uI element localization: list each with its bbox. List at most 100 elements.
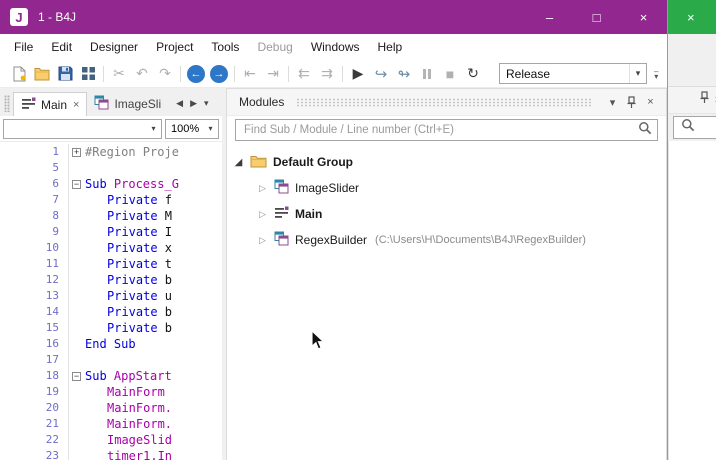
tab-main[interactable]: Main × — [13, 92, 88, 116]
tab-close-icon[interactable]: × — [73, 99, 79, 111]
panel-close-icon[interactable]: × — [641, 96, 660, 108]
code-line[interactable]: 17 — [0, 352, 222, 368]
titlebar[interactable]: J 1 - B4J – □ × — [0, 0, 667, 34]
save-icon[interactable] — [54, 63, 76, 85]
fold-collapse-icon[interactable]: − — [68, 368, 85, 384]
collapsed-arrow-icon[interactable]: ▷ — [257, 183, 268, 194]
code-line[interactable]: 1 + #Region Proje — [0, 144, 222, 160]
menu-designer[interactable]: Designer — [81, 34, 147, 60]
panel-menu-icon[interactable]: ▾ — [603, 96, 622, 109]
tree-item-main[interactable]: ▷ Main — [233, 201, 666, 227]
code-line[interactable]: 6− Sub Process_G — [0, 176, 222, 192]
code-text: ImageSlid — [107, 433, 173, 447]
tab-imageslider[interactable]: ImageSli — [87, 92, 168, 116]
code-line[interactable]: 7 Private f — [0, 192, 222, 208]
code-text: Private f — [107, 193, 173, 207]
navigate-back-icon[interactable]: ← — [185, 63, 207, 85]
code-line[interactable]: 5 — [0, 160, 222, 176]
fold-margin — [68, 224, 85, 240]
tree-item-imageslider[interactable]: ▷ ImageSlider — [233, 175, 666, 201]
new-file-icon[interactable] — [8, 63, 30, 85]
code-line[interactable]: 14 Private b — [0, 304, 222, 320]
pin-icon[interactable] — [622, 95, 641, 109]
indent-decrease-icon[interactable]: ⇤ — [239, 63, 261, 85]
open-project-icon[interactable] — [31, 63, 53, 85]
search-icon[interactable] — [638, 121, 652, 140]
menu-help[interactable]: Help — [369, 34, 412, 60]
collapsed-arrow-icon[interactable]: ▷ — [257, 209, 268, 220]
line-number: 5 — [52, 161, 59, 174]
editor-tab-bar: Main × ImageSli ◀ ▶ ▾ — [0, 88, 222, 116]
tree-item-default-group[interactable]: ◢ Default Group — [233, 149, 666, 175]
code-line[interactable]: 13 Private u — [0, 288, 222, 304]
menu-file[interactable]: File — [5, 34, 42, 60]
code-line[interactable]: 16 End Sub — [0, 336, 222, 352]
modules-grid-icon[interactable] — [77, 63, 99, 85]
navigate-forward-icon[interactable]: → — [208, 63, 230, 85]
code-editor[interactable]: 1 + #Region Proje 5 6− Sub Process_G 7 Private … — [0, 142, 222, 460]
menu-windows[interactable]: Windows — [302, 34, 369, 60]
step-over-icon[interactable]: ↬ — [393, 63, 415, 85]
step-into-icon[interactable]: ↪ — [370, 63, 392, 85]
code-text: Private M — [107, 209, 173, 223]
undo-icon[interactable]: ↶ — [131, 63, 153, 85]
background-search-box[interactable] — [673, 116, 716, 139]
code-line[interactable]: 20 MainForm. — [0, 400, 222, 416]
fold-margin — [68, 192, 85, 208]
fold-collapse-icon[interactable]: − — [68, 176, 85, 192]
menu-tools[interactable]: Tools — [202, 34, 248, 60]
restart-icon[interactable]: ↻ — [462, 63, 484, 85]
zoom-combo[interactable]: 100% ▾ — [165, 118, 219, 139]
toolbar-separator — [234, 65, 235, 82]
code-line[interactable]: 23 timer1.In — [0, 448, 222, 460]
menu-edit[interactable]: Edit — [42, 34, 81, 60]
maximize-button[interactable]: □ — [573, 0, 620, 34]
pause-icon[interactable] — [416, 63, 438, 85]
close-button[interactable]: × — [620, 0, 667, 34]
app-icon: J — [10, 8, 28, 26]
toolbar-overflow-button[interactable]: – ▾ — [654, 67, 658, 80]
code-line[interactable]: 10 Private x — [0, 240, 222, 256]
run-icon[interactable]: ▶ — [347, 63, 369, 85]
expanded-arrow-icon[interactable]: ◢ — [233, 157, 244, 168]
module-search-box[interactable] — [235, 119, 658, 141]
tree-item-label: RegexBuilder — [295, 233, 368, 247]
redo-icon[interactable]: ↷ — [154, 63, 176, 85]
drag-grip-icon[interactable] — [296, 97, 591, 107]
fold-expand-icon[interactable]: + — [68, 144, 85, 160]
toolbar-separator — [288, 65, 289, 82]
menu-project[interactable]: Project — [147, 34, 202, 60]
collapsed-arrow-icon[interactable]: ▷ — [257, 235, 268, 246]
indent-increase-icon[interactable]: ⇥ — [262, 63, 284, 85]
modules-panel-header[interactable]: Modules ▾ × — [227, 89, 666, 116]
drag-grip-icon[interactable] — [4, 95, 10, 112]
code-line[interactable]: 12 Private b — [0, 272, 222, 288]
code-text: Sub AppStart — [85, 369, 172, 383]
code-line[interactable]: 19 MainForm — [0, 384, 222, 400]
menu-debug[interactable]: Debug — [248, 34, 301, 60]
minimize-button[interactable]: – — [526, 0, 573, 34]
background-close-button[interactable]: × — [687, 10, 695, 25]
code-line[interactable]: 22 ImageSlid — [0, 432, 222, 448]
module-search-input[interactable] — [244, 124, 638, 136]
tab-scroll-right-icon[interactable]: ▶ — [190, 98, 197, 109]
background-window[interactable]: × × — [668, 0, 716, 460]
cut-icon[interactable]: ✂ — [108, 63, 130, 85]
tab-list-menu-icon[interactable]: ▾ — [204, 98, 209, 109]
tree-item-regexbuilder[interactable]: ▷ RegexBuilder (C:\Users\H\Documents\B4J\R… — [233, 227, 666, 253]
code-line[interactable]: 11 Private t — [0, 256, 222, 272]
member-selector-combo[interactable]: ▾ — [3, 118, 162, 139]
code-line[interactable]: 8 Private M — [0, 208, 222, 224]
pin-icon[interactable] — [699, 91, 710, 109]
background-window-titlebar: × — [668, 0, 716, 34]
build-configuration-combo[interactable]: Release ▾ — [499, 63, 647, 84]
stop-icon[interactable]: ■ — [439, 63, 461, 85]
previous-sub-icon[interactable]: ⇇ — [293, 63, 315, 85]
code-line[interactable]: 18− Sub AppStart — [0, 368, 222, 384]
code-line[interactable]: 15 Private b — [0, 320, 222, 336]
code-line[interactable]: 9 Private I — [0, 224, 222, 240]
tab-scroll-left-icon[interactable]: ◀ — [176, 98, 183, 109]
code-line[interactable]: 21 MainForm. — [0, 416, 222, 432]
next-sub-icon[interactable]: ⇉ — [316, 63, 338, 85]
line-number: 18 — [45, 369, 59, 382]
